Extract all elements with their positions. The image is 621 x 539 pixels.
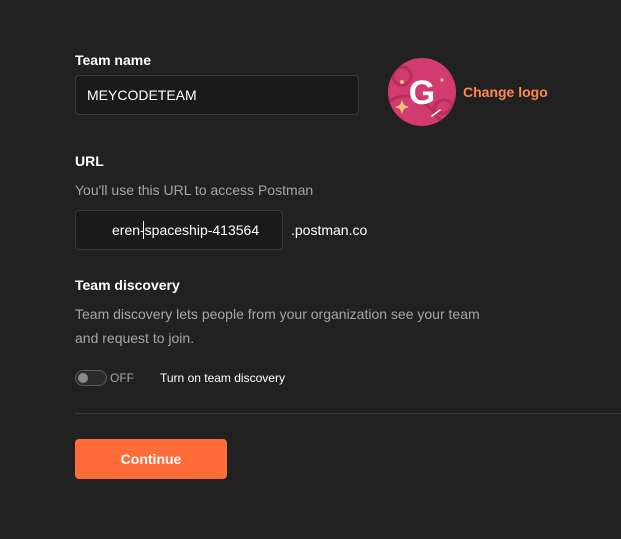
team-discovery-description-line2: and request to join. (75, 330, 195, 346)
url-input[interactable] (75, 210, 283, 250)
team-discovery-toggle-label[interactable]: Turn on team discovery (160, 371, 285, 385)
star-icon (400, 80, 404, 84)
team-discovery-toggle[interactable] (75, 370, 107, 386)
star-icon (440, 78, 444, 82)
divider (75, 413, 621, 414)
url-hint: You'll use this URL to access Postman (75, 182, 314, 198)
toggle-knob (78, 373, 88, 383)
team-discovery-label: Team discovery (75, 277, 180, 293)
continue-button[interactable]: Continue (75, 439, 227, 479)
toggle-state-text: OFF (110, 371, 134, 385)
team-setup-form: Team name G Change logo URL You'll use t… (0, 0, 621, 539)
url-suffix: .postman.co (291, 222, 368, 238)
team-name-label: Team name (75, 52, 151, 68)
url-label: URL (75, 153, 104, 169)
team-logo-avatar[interactable]: G (388, 58, 456, 126)
team-discovery-description-line1: Team discovery lets people from your org… (75, 306, 480, 322)
team-name-input[interactable] (75, 75, 359, 115)
logo-letter: G (409, 74, 435, 112)
text-caret (143, 221, 144, 239)
change-logo-link[interactable]: Change logo (463, 84, 548, 100)
